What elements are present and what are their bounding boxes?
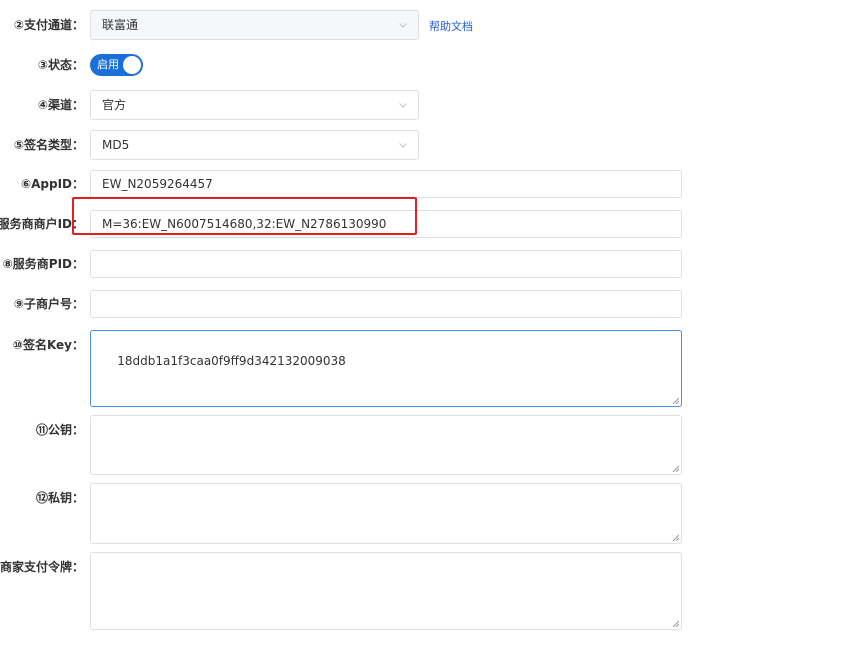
chevron-down-icon [399, 103, 407, 108]
channel-label: ④渠道： [37, 98, 84, 112]
sign-type-value: MD5 [102, 138, 130, 152]
payment-channel-select[interactable]: 联富通 [90, 10, 419, 40]
sign-type-select[interactable]: MD5 [90, 130, 419, 160]
merchant-token-label: ⑬商家支付令牌： [0, 560, 84, 574]
private-key-label: ⑫私钥： [35, 491, 84, 505]
service-merchant-id-label: ⑦服务商商户ID： [0, 217, 84, 231]
payment-channel-label: ②支付通道： [13, 18, 84, 32]
resize-handle-icon[interactable] [672, 465, 679, 472]
channel-select[interactable]: 官方 [90, 90, 419, 120]
status-toggle-text: 启用 [97, 58, 119, 71]
sub-merchant-no-label: ⑨子商户号： [13, 297, 84, 311]
service-pid-label: ⑧服务商PID： [2, 257, 84, 271]
toggle-knob [123, 56, 141, 74]
private-key-textarea[interactable] [90, 483, 682, 544]
sign-key-label: ⑩签名Key： [12, 338, 84, 352]
help-doc-link[interactable]: 帮助文档 [429, 18, 473, 34]
service-merchant-id-input[interactable]: M=36:EW_N6007514680,32:EW_N2786130990 [90, 210, 682, 238]
payment-channel-value: 联富通 [102, 18, 139, 32]
status-toggle[interactable]: 启用 [90, 54, 143, 76]
sign-key-value: 18ddb1a1f3caa0f9ff9d342132009038 [117, 354, 346, 368]
service-merchant-id-value: M=36:EW_N6007514680,32:EW_N2786130990 [102, 217, 387, 231]
chevron-down-icon [399, 23, 407, 28]
resize-handle-icon[interactable] [672, 620, 679, 627]
public-key-label: ⑪公钥： [35, 423, 84, 437]
service-pid-input[interactable] [90, 250, 682, 278]
sign-type-label: ⑤签名类型： [13, 138, 84, 152]
public-key-textarea[interactable] [90, 415, 682, 475]
resize-handle-icon[interactable] [672, 397, 679, 404]
app-id-value: EW_N2059264457 [102, 177, 213, 191]
channel-value: 官方 [102, 98, 127, 112]
status-label: ③状态： [37, 58, 84, 72]
sign-key-textarea[interactable]: 18ddb1a1f3caa0f9ff9d342132009038 [90, 330, 682, 407]
sub-merchant-no-input[interactable] [90, 290, 682, 318]
app-id-label: ⑥AppID： [20, 177, 84, 191]
merchant-token-textarea[interactable] [90, 552, 682, 630]
app-id-input[interactable]: EW_N2059264457 [90, 170, 682, 198]
resize-handle-icon[interactable] [672, 534, 679, 541]
chevron-down-icon [399, 143, 407, 148]
payment-config-form: ②支付通道： 联富通 帮助文档 ③状态： 启用 ④渠道： 官方 ⑤签名类型： M… [0, 0, 864, 653]
